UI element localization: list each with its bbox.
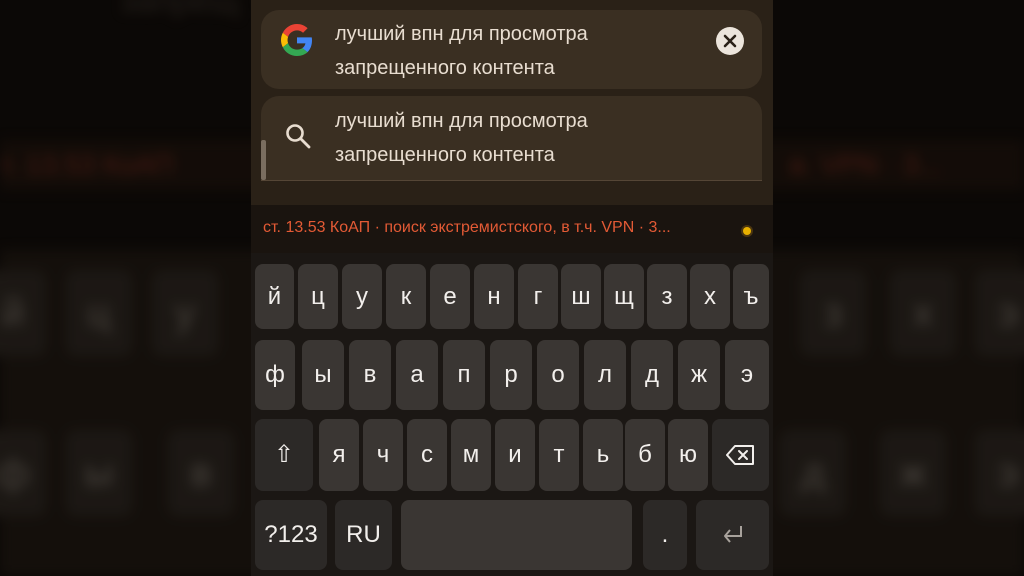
key[interactable]: п [443,340,485,410]
suggestion-line1: лучший впн для просмотра [335,110,588,132]
search-icon [286,124,311,149]
close-icon [723,34,737,48]
background-key: у [152,270,218,356]
key[interactable]: а [396,340,438,410]
key[interactable]: и [495,419,535,491]
enter-icon [723,526,742,543]
background-key: ы [66,430,132,516]
background-warning-right: в. VPN · 3... [790,149,942,180]
key[interactable]: ш [561,264,601,329]
key[interactable]: с [407,419,447,491]
shift-key[interactable]: ⇧ [255,419,313,491]
background-warning-left: т. 13.53 КоАП [0,149,174,180]
suggestion-line2: запрещенного контента [335,144,555,166]
key[interactable]: й [255,264,294,329]
background-left: запрещ т. 13.53 КоАП й ц у ф ы в [0,0,251,576]
phone-screen: лучший впн для просмотра запрещенного ко… [251,0,773,576]
language-key[interactable]: RU [335,500,392,570]
key[interactable]: у [342,264,382,329]
key[interactable]: ц [298,264,338,329]
key[interactable]: н [474,264,514,329]
background-key: з [800,270,866,356]
key[interactable]: б [625,419,665,491]
background-key: ф [0,430,46,516]
key[interactable]: э [725,340,769,410]
key[interactable]: в [349,340,391,410]
enter-key[interactable] [696,500,769,570]
key[interactable]: ф [255,340,295,410]
google-g-icon [281,24,312,56]
backspace-key[interactable] [712,419,769,491]
background-keyboard: й ц у ф ы в [0,250,251,576]
key[interactable]: е [430,264,470,329]
background-key: х [890,270,956,356]
key[interactable]: л [584,340,626,410]
key[interactable]: ь [583,419,623,491]
background-key: э [975,430,1024,516]
key[interactable]: щ [604,264,644,329]
suggestion-line2: запрещенного контента [335,57,555,79]
suggestion-text: лучший впн для просмотра запрещенного ко… [335,104,588,172]
background-right: в. VPN · 3... з х э д ж э [773,0,1024,576]
key[interactable]: я [319,419,359,491]
background-key: ц [66,270,132,356]
key[interactable]: ъ [733,264,769,329]
remove-suggestion-button[interactable] [716,27,744,55]
background-warning: в. VPN · 3... [773,140,1024,190]
suggestion-line1: лучший впн для просмотра [335,23,588,45]
key[interactable]: г [518,264,558,329]
key[interactable]: м [451,419,491,491]
symbols-key[interactable]: ?123 [255,500,327,570]
background-key: в [168,430,234,516]
suggestion-search[interactable]: лучший впн для просмотра запрещенного ко… [261,96,762,181]
key[interactable]: з [647,264,687,329]
suggestion-google[interactable]: лучший впн для просмотра запрещенного ко… [261,10,762,89]
key[interactable]: т [539,419,579,491]
background-key: ж [880,430,946,516]
key[interactable]: ч [363,419,403,491]
key[interactable]: ы [302,340,344,410]
keyboard: й ц у к е н г ш щ з х ъ ф ы в а п р о л … [251,253,773,576]
scrollbar-thumb[interactable] [261,140,266,180]
key[interactable]: р [490,340,532,410]
status-dot-icon [743,227,751,235]
key[interactable]: к [386,264,426,329]
warning-text: ст. 13.53 КоАП · поиск экстремистского, … [263,219,671,236]
background-warning: т. 13.53 КоАП [0,140,251,190]
warning-ticker: ст. 13.53 КоАП · поиск экстремистского, … [251,205,773,253]
space-key[interactable] [401,500,632,570]
key[interactable]: д [631,340,673,410]
key[interactable]: ж [678,340,720,410]
background-key: э [975,270,1024,356]
key[interactable]: ю [668,419,708,491]
background-text: запрещ [120,0,239,20]
suggestion-text: лучший впн для просмотра запрещенного ко… [335,17,588,85]
key[interactable]: х [690,264,730,329]
backspace-icon [725,445,754,465]
background-key: й [0,270,46,356]
period-key[interactable]: . [643,500,687,570]
background-keyboard: з х э д ж э [773,250,1024,576]
background-key: д [780,430,846,516]
key[interactable]: о [537,340,579,410]
suggestion-list: лучший впн для просмотра запрещенного ко… [251,0,773,205]
